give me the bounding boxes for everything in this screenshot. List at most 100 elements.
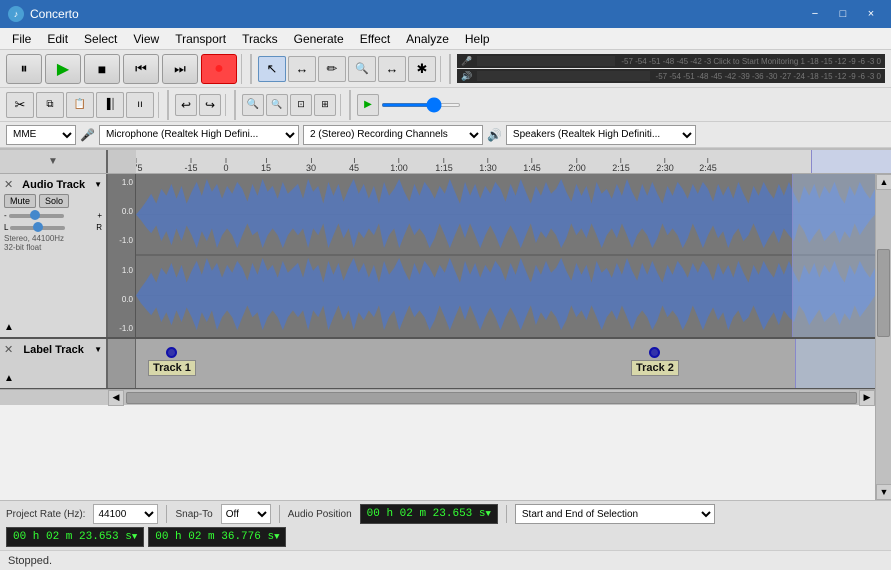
hscroll-left-arrow[interactable]: ◀ — [108, 390, 124, 406]
selection-start-dropdown[interactable]: ▼ — [132, 532, 137, 542]
audio-waveform-area[interactable] — [136, 174, 875, 337]
label-track-menu-arrow[interactable]: ▼ — [94, 345, 102, 354]
menu-view[interactable]: View — [125, 28, 167, 49]
input-device-select[interactable]: Microphone (Realtek High Defini... — [99, 125, 299, 145]
audio-track-close[interactable]: ✕ — [4, 178, 13, 191]
cut-button[interactable]: ✂ — [6, 92, 34, 118]
hscroll-thumb[interactable] — [126, 392, 857, 404]
label-track: ✕ Label Track ▼ ▲ Track 1 — [0, 339, 875, 389]
close-button[interactable]: × — [859, 5, 883, 23]
project-rate-select[interactable]: 44100 — [93, 504, 158, 524]
gain-slider-container — [9, 212, 96, 220]
playback-tools: ▶ — [357, 94, 465, 116]
menu-analyze[interactable]: Analyze — [398, 28, 457, 49]
menu-tracks[interactable]: Tracks — [234, 28, 286, 49]
timeshift-tool-button[interactable]: ↔ — [378, 56, 406, 82]
audio-track-name: Audio Track — [22, 179, 85, 191]
vu-scale-input: -57 -54 -51 -48 -45 -42 -3 Click to Star… — [621, 57, 881, 66]
envelope-tool-button[interactable]: ↔ — [288, 56, 316, 82]
menu-effect[interactable]: Effect — [352, 28, 398, 49]
label-track-header: ✕ Label Track ▼ ▲ — [0, 339, 108, 388]
audio-track: ✕ Audio Track ▼ Mute Solo - — [0, 174, 875, 339]
audio-position-label: Audio Position — [288, 509, 352, 520]
menu-transport[interactable]: Transport — [167, 28, 234, 49]
vscroll-thumb[interactable] — [877, 249, 890, 337]
redo-button[interactable]: ↪ — [199, 94, 221, 116]
skip-back-button[interactable]: ⏮ — [123, 54, 159, 84]
track2-pin-dot — [649, 347, 660, 358]
audio-position-dropdown[interactable]: ▼ — [485, 509, 490, 519]
audio-track-header-top: ✕ Audio Track ▼ — [4, 178, 102, 191]
audio-track-menu-arrow[interactable]: ▼ — [94, 180, 102, 189]
silence-button[interactable]: ıı — [126, 92, 154, 118]
zoom-in-button[interactable]: 🔍 — [242, 94, 264, 116]
copy-button[interactable]: ⧉ — [36, 92, 64, 118]
draw-tool-button[interactable]: ✏ — [318, 56, 346, 82]
snap-to-select[interactable]: Off — [221, 504, 271, 524]
record-button[interactable]: ● — [201, 54, 237, 84]
playback-speed-slider[interactable] — [381, 103, 461, 107]
label-track-close[interactable]: ✕ — [4, 343, 13, 356]
selection-mode-select[interactable]: Start and End of Selection — [515, 504, 715, 524]
mute-button[interactable]: Mute — [4, 194, 36, 208]
solo-button[interactable]: Solo — [39, 194, 69, 208]
zoom-sel-button[interactable]: ⊞ — [314, 94, 336, 116]
track1-pin-dot — [166, 347, 177, 358]
audio-collapse-icon[interactable]: ▲ — [4, 322, 14, 333]
zoom-tool-button[interactable]: 🔍 — [348, 56, 376, 82]
undo-button[interactable]: ↩ — [175, 94, 197, 116]
y-mid-2: 0.0 — [110, 295, 133, 304]
timeline-header-space: ▼ — [0, 150, 108, 173]
paste-button[interactable]: 📋 — [66, 92, 94, 118]
vscroll-down-arrow[interactable]: ▼ — [876, 484, 891, 500]
tl-mark-245: 2:45 — [699, 158, 717, 173]
play-button[interactable]: ▶ — [45, 54, 81, 84]
audio-track-controls: Mute Solo — [4, 194, 102, 208]
host-select[interactable]: MME — [6, 125, 76, 145]
menu-file[interactable]: File — [4, 28, 39, 49]
skip-forward-button[interactable]: ⏭ — [162, 54, 198, 84]
maximize-button[interactable]: □ — [831, 5, 855, 23]
selection-overlay — [792, 174, 875, 337]
selection-end-value: 00 h 02 m 36.776 s — [155, 531, 274, 543]
play-at-speed-button[interactable]: ▶ — [357, 94, 379, 116]
menubar: File Edit Select View Transport Tracks G… — [0, 28, 891, 50]
stop-button[interactable]: ■ — [84, 54, 120, 84]
menu-help[interactable]: Help — [457, 28, 498, 49]
vertical-scrollbar: ▲ ▼ — [875, 174, 891, 500]
hscroll-right-arrow[interactable]: ▶ — [859, 390, 875, 406]
mic-device-icon: 🎤 — [80, 128, 95, 142]
select-tool-button[interactable]: ↖ — [258, 56, 286, 82]
zoom-out-button[interactable]: 🔍 — [266, 94, 288, 116]
selection-end-dropdown[interactable]: ▼ — [274, 532, 279, 542]
trim-button[interactable]: ▐│ — [96, 92, 124, 118]
label-collapse-icon[interactable]: ▲ — [4, 373, 14, 384]
zoom-fit-button[interactable]: ⊡ — [290, 94, 312, 116]
clipboard-tools: ✂ ⧉ 📋 ▐│ ıı — [6, 92, 159, 118]
project-rate-label: Project Rate (Hz): — [6, 509, 85, 520]
pan-label-l: L — [4, 223, 8, 232]
titlebar: ♪ Concerto − □ × — [0, 0, 891, 28]
gain-slider-thumb[interactable] — [30, 210, 40, 220]
audio-position-value: 00 h 02 m 23.653 s — [367, 508, 486, 520]
pause-button[interactable]: ⏸ — [6, 54, 42, 84]
channels-select[interactable]: 2 (Stereo) Recording Channels — [303, 125, 483, 145]
vscroll-track[interactable] — [876, 190, 891, 484]
label-track-name: Label Track — [23, 344, 84, 356]
divider2 — [449, 54, 451, 84]
output-device-select[interactable]: Speakers (Realtek High Definiti... — [506, 125, 696, 145]
timeline-ruler: ▼ -75 -15 0 15 30 45 1:00 1:15 1:30 1:45… — [0, 150, 891, 174]
menu-edit[interactable]: Edit — [39, 28, 76, 49]
vscroll-up-arrow[interactable]: ▲ — [876, 174, 891, 190]
minimize-button[interactable]: − — [803, 5, 827, 23]
timeline-scale[interactable]: -75 -15 0 15 30 45 1:00 1:15 1:30 1:45 2… — [136, 150, 891, 173]
transport-toolbar: ⏸ ▶ ■ ⏮ ⏭ ● ↖ ↔ ✏ 🔍 ↔ ✱ 🎤 — [0, 50, 891, 88]
audio-position-display: 00 h 02 m 23.653 s ▼ — [360, 504, 498, 524]
pan-slider-thumb[interactable] — [33, 222, 43, 232]
label-track-content[interactable]: Track 1 Track 2 — [136, 339, 875, 388]
multi-tool-button[interactable]: ✱ — [408, 56, 436, 82]
hscroll-area: ◀ ▶ — [108, 390, 875, 405]
menu-generate[interactable]: Generate — [286, 28, 352, 49]
waveform-svg — [136, 174, 875, 337]
menu-select[interactable]: Select — [76, 28, 125, 49]
